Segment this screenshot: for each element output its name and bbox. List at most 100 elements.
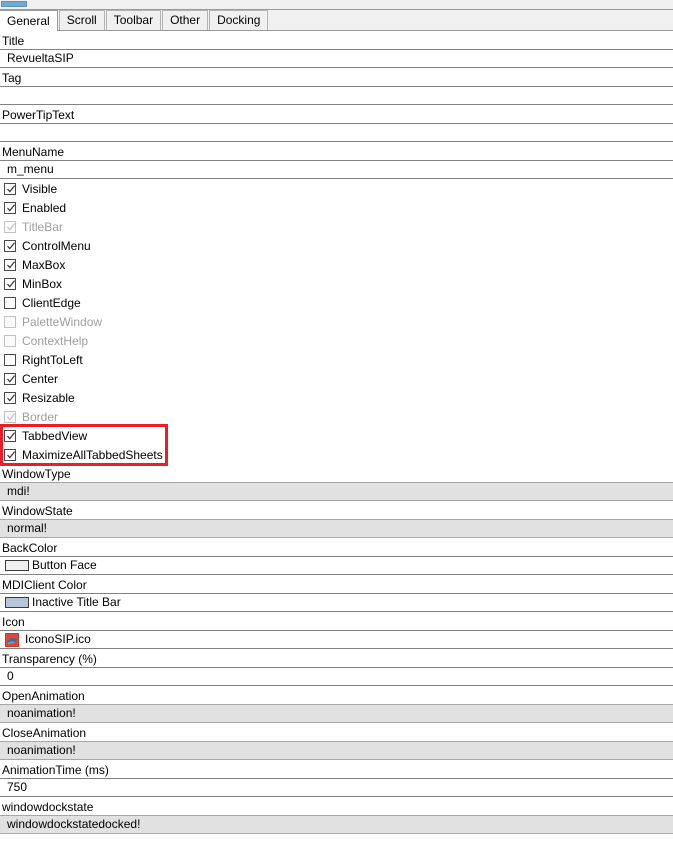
- checkbox-border: [4, 410, 16, 423]
- icon-picker[interactable]: IconoSIP.ico: [0, 630, 673, 649]
- tab-general[interactable]: General: [0, 10, 58, 31]
- animationtime-input[interactable]: 750: [0, 778, 673, 797]
- label-animationtime: AnimationTime (ms): [2, 763, 109, 777]
- checkbox-label-enabled: Enabled: [22, 200, 67, 215]
- checkbox-row-maxbox[interactable]: MaxBox: [0, 255, 673, 274]
- check-icon: [6, 203, 16, 213]
- mdiclientcolor-swatch: [5, 597, 29, 608]
- checkbox-righttoleft[interactable]: [4, 353, 16, 366]
- check-icon: [6, 222, 16, 232]
- checkbox-visible[interactable]: [4, 182, 16, 195]
- checkbox-row-maximizealltabbedsheets[interactable]: MaximizeAllTabbedSheets: [0, 445, 673, 464]
- title-input[interactable]: RevueltaSIP: [0, 49, 673, 68]
- checkbox-row-titlebar: TitleBar: [0, 217, 673, 236]
- checkbox-maxbox[interactable]: [4, 258, 16, 271]
- checkbox-label-tabbedview: TabbedView: [22, 428, 88, 443]
- checkbox-label-clientedge: ClientEdge: [22, 295, 81, 310]
- checkbox-center[interactable]: [4, 372, 16, 385]
- menuname-input[interactable]: m_menu: [0, 160, 673, 179]
- file-ico-icon: [5, 632, 19, 647]
- checkbox-row-righttoleft[interactable]: RightToLeft: [0, 350, 673, 369]
- checkbox-label-resizable: Resizable: [22, 390, 75, 405]
- tab-scroll-label: Scroll: [66, 13, 97, 27]
- label-powertiptext: PowerTipText: [2, 108, 75, 122]
- tab-strip: General Scroll Toolbar Other Docking: [0, 10, 673, 31]
- checkbox-minbox[interactable]: [4, 277, 16, 290]
- checkbox-row-border: Border: [0, 407, 673, 426]
- checkbox-label-righttoleft: RightToLeft: [22, 352, 83, 367]
- checkbox-label-maximizealltabbedsheets: MaximizeAllTabbedSheets: [22, 447, 163, 462]
- checkbox-row-minbox[interactable]: MinBox: [0, 274, 673, 293]
- check-icon: [6, 184, 16, 194]
- checkbox-label-center: Center: [22, 371, 59, 386]
- checkbox-tabbedview[interactable]: [4, 429, 16, 442]
- icon-value: IconoSIP.ico: [25, 632, 91, 646]
- tab-docking-label: Docking: [217, 13, 261, 27]
- checkbox-palettewindow: [4, 315, 16, 328]
- checkbox-maximizealltabbedsheets[interactable]: [4, 448, 16, 461]
- checkbox-row-controlmenu[interactable]: ControlMenu: [0, 236, 673, 255]
- property-sheet-window: General Scroll Toolbar Other Docking Tit…: [0, 0, 673, 852]
- windowtype-dropdown[interactable]: mdi!: [0, 482, 673, 501]
- openanimation-dropdown[interactable]: noanimation!: [0, 704, 673, 723]
- label-windowdockstate: windowdockstate: [2, 800, 94, 814]
- check-icon: [6, 412, 16, 422]
- checkbox-row-enabled[interactable]: Enabled: [0, 198, 673, 217]
- label-windowtype: WindowType: [2, 467, 71, 481]
- checkbox-controlmenu[interactable]: [4, 239, 16, 252]
- windowdockstate-dropdown[interactable]: windowdockstatedocked!: [0, 815, 673, 834]
- checkbox-label-maxbox: MaxBox: [22, 257, 66, 272]
- label-openanimation: OpenAnimation: [2, 689, 85, 703]
- checkbox-enabled[interactable]: [4, 201, 16, 214]
- checkbox-clientedge[interactable]: [4, 296, 16, 309]
- check-icon: [6, 241, 16, 251]
- transparency-input[interactable]: 0: [0, 667, 673, 686]
- label-windowstate: WindowState: [2, 504, 73, 518]
- checkbox-label-titlebar: TitleBar: [22, 219, 63, 234]
- check-icon: [6, 260, 16, 270]
- checkbox-titlebar: [4, 220, 16, 233]
- tab-other[interactable]: Other: [162, 10, 209, 30]
- backcolor-value: Button Face: [32, 558, 97, 572]
- checkbox-label-border: Border: [22, 409, 59, 424]
- check-icon: [6, 374, 16, 384]
- checkbox-label-palettewindow: PaletteWindow: [22, 314, 103, 329]
- checkbox-list: Visible Enabled TitleBar ControlMenu Max…: [0, 179, 673, 464]
- tab-toolbar-label: Toolbar: [113, 13, 154, 27]
- label-tag: Tag: [2, 71, 22, 85]
- label-icon: Icon: [2, 615, 25, 629]
- label-backcolor: BackColor: [2, 541, 58, 555]
- checkbox-row-tabbedview[interactable]: TabbedView: [0, 426, 673, 445]
- closeanimation-dropdown[interactable]: noanimation!: [0, 741, 673, 760]
- powertiptext-input[interactable]: [0, 123, 673, 142]
- label-mdiclientcolor: MDIClient Color: [2, 578, 87, 592]
- checkbox-label-minbox: MinBox: [22, 276, 63, 291]
- scrollbar-thumb[interactable]: [1, 1, 27, 7]
- general-properties-panel: Title RevueltaSIP Tag PowerTipText MenuN…: [0, 31, 673, 834]
- tag-input[interactable]: [0, 86, 673, 105]
- checkbox-resizable[interactable]: [4, 391, 16, 404]
- checkbox-row-resizable[interactable]: Resizable: [0, 388, 673, 407]
- checkbox-row-palettewindow: PaletteWindow: [0, 312, 673, 331]
- checkbox-row-center[interactable]: Center: [0, 369, 673, 388]
- tab-general-label: General: [7, 14, 50, 28]
- mdiclientcolor-picker[interactable]: Inactive Title Bar: [0, 593, 673, 612]
- check-icon: [6, 431, 16, 441]
- scrollbar-track[interactable]: [0, 0, 673, 8]
- label-transparency: Transparency (%): [2, 652, 97, 666]
- checkbox-label-visible: Visible: [22, 181, 58, 196]
- checkbox-contexthelp: [4, 334, 16, 347]
- tab-toolbar[interactable]: Toolbar: [105, 10, 162, 30]
- tab-docking[interactable]: Docking: [209, 10, 269, 30]
- label-title: Title: [2, 34, 25, 48]
- checkbox-row-visible[interactable]: Visible: [0, 179, 673, 198]
- tab-other-label: Other: [170, 13, 201, 27]
- tab-scroll[interactable]: Scroll: [58, 10, 105, 30]
- backcolor-swatch: [5, 560, 29, 571]
- check-icon: [6, 450, 16, 460]
- checkbox-label-contexthelp: ContextHelp: [22, 333, 89, 348]
- backcolor-picker[interactable]: Button Face: [0, 556, 673, 575]
- horizontal-scrollbar[interactable]: [0, 0, 673, 10]
- checkbox-row-clientedge[interactable]: ClientEdge: [0, 293, 673, 312]
- windowstate-dropdown[interactable]: normal!: [0, 519, 673, 538]
